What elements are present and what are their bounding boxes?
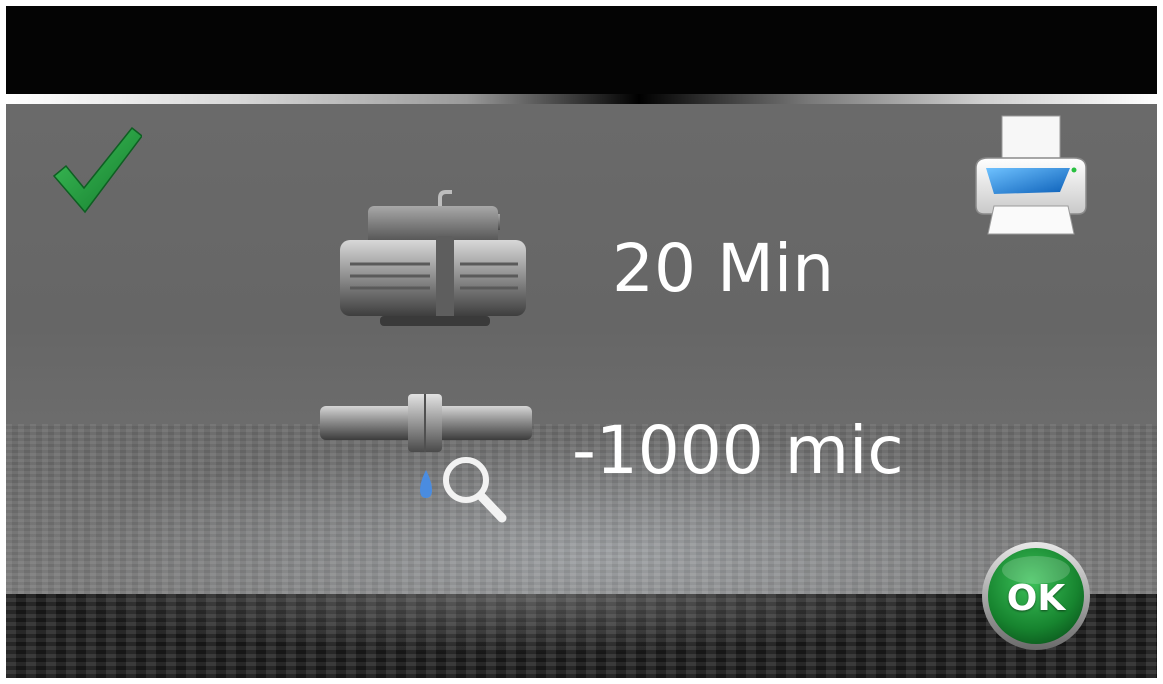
vacuum-pump-icon: [340, 190, 526, 326]
ok-button[interactable]: OK: [980, 540, 1092, 652]
header-divider: [6, 94, 1157, 104]
ok-button-label: OK: [1006, 577, 1066, 619]
pump-time-value: 20 Min: [612, 230, 835, 307]
vacuum-level-value: -1000 mic: [572, 412, 904, 489]
checkmark-icon: [52, 126, 142, 214]
pipe-leak-search-icon: [320, 394, 532, 523]
header-bar: [6, 6, 1157, 94]
printer-icon[interactable]: [966, 110, 1096, 240]
